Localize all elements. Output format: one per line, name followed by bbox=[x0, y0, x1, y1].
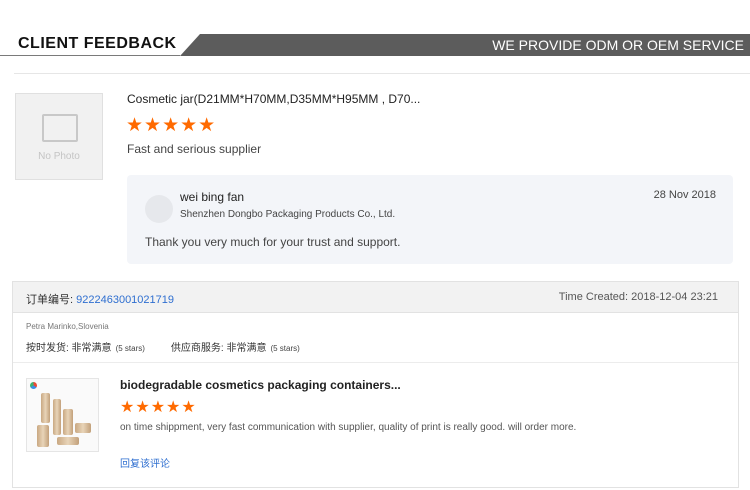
rating-delivery-label: 按时发货: 非常满意 bbox=[26, 343, 112, 354]
banner-title-area: CLIENT FEEDBACK bbox=[0, 34, 192, 56]
rating-delivery-stars: (5 stars) bbox=[115, 344, 145, 353]
order-number-caption: 订单编号: bbox=[26, 294, 77, 306]
tube-image bbox=[53, 399, 61, 435]
banner-subtitle: WE PROVIDE ODM OR OEM SERVICE bbox=[492, 37, 744, 53]
service-ratings: 按时发货: 非常满意 (5 stars) 供应商服务: 非常满意 (5 stars) bbox=[26, 339, 300, 354]
divider bbox=[14, 73, 750, 74]
review-comment: on time shippment, very fast communicati… bbox=[120, 422, 577, 433]
product-title[interactable]: Cosmetic jar(D21MM*H70MM,D35MM*H95MM , D… bbox=[127, 92, 420, 106]
reply-date: 28 Nov 2018 bbox=[653, 189, 716, 201]
tube-image bbox=[75, 423, 91, 433]
reply-author: wei bing fan bbox=[180, 190, 245, 204]
reply-text: Thank you very much for your trust and s… bbox=[145, 235, 401, 249]
order-header: 订单编号: 9222463001021719 Time Created: 201… bbox=[13, 282, 738, 313]
brand-logo-icon bbox=[30, 382, 37, 389]
rating-service-stars: (5 stars) bbox=[270, 344, 300, 353]
order-time-created: Time Created: 2018-12-04 23:21 bbox=[558, 291, 718, 303]
rating-service-label: 供应商服务: 非常满意 bbox=[170, 343, 267, 354]
product-thumbnail[interactable]: No Photo bbox=[15, 93, 103, 180]
tube-image bbox=[37, 425, 49, 447]
star-rating: ★★★★★ bbox=[126, 115, 217, 136]
reply-company: Shenzhen Dongbo Packaging Products Co., … bbox=[180, 209, 396, 220]
review-comment: Fast and serious supplier bbox=[127, 142, 262, 156]
tube-image bbox=[41, 393, 50, 423]
reply-to-review-link[interactable]: 回复该评论 bbox=[120, 455, 170, 470]
avatar bbox=[145, 195, 173, 223]
product-title[interactable]: biodegradable cosmetics packaging contai… bbox=[120, 378, 401, 392]
image-placeholder-icon bbox=[42, 114, 78, 142]
buyer-name: Petra Marinko,Slovenia bbox=[26, 322, 109, 331]
order-number-label: 订单编号: 9222463001021719 bbox=[26, 291, 174, 307]
banner-underline bbox=[0, 55, 180, 56]
banner-subtitle-area: WE PROVIDE ODM OR OEM SERVICE bbox=[180, 34, 750, 56]
order-review-card: 订单编号: 9222463001021719 Time Created: 201… bbox=[12, 281, 739, 488]
header-banner: CLIENT FEEDBACK WE PROVIDE ODM OR OEM SE… bbox=[0, 34, 750, 56]
supplier-reply: wei bing fan Shenzhen Dongbo Packaging P… bbox=[127, 175, 733, 264]
star-rating: ★★★★★ bbox=[120, 399, 197, 416]
product-image[interactable] bbox=[26, 378, 99, 452]
divider bbox=[13, 362, 738, 363]
tube-image bbox=[63, 409, 73, 435]
tube-image bbox=[57, 437, 79, 445]
banner-title: CLIENT FEEDBACK bbox=[18, 35, 177, 52]
no-photo-label: No Photo bbox=[38, 151, 80, 162]
order-number-link[interactable]: 9222463001021719 bbox=[76, 294, 174, 306]
